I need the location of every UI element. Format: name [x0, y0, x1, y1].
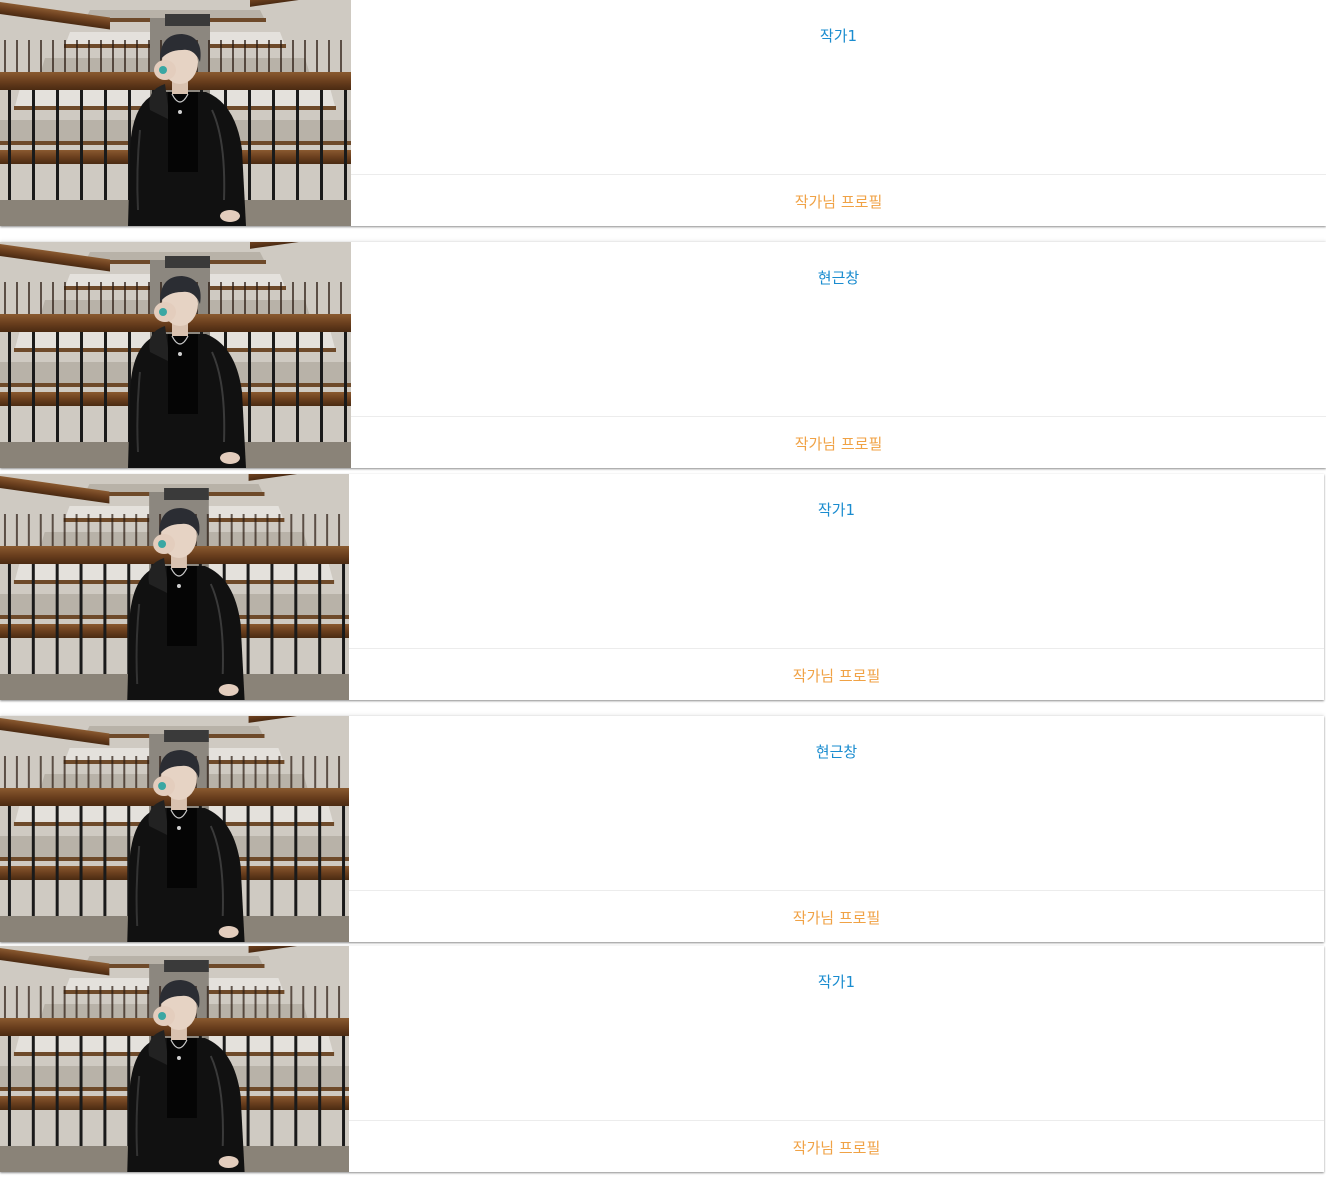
author-name[interactable]: 현근창 [351, 242, 1326, 416]
photo-image [0, 946, 349, 1172]
author-card-body: 작가1 작가님 프로필 [351, 0, 1326, 226]
author-card: 작가1 작가님 프로필 [0, 474, 1324, 700]
photo-image [0, 716, 349, 942]
author-card-list: 작가1 작가님 프로필 현근창 작가님 프로필 작가1 작가님 프로필 현근창 … [0, 0, 1326, 1182]
photo-image [0, 0, 351, 226]
author-card: 작가1 작가님 프로필 [0, 0, 1326, 226]
author-card: 현근창 작가님 프로필 [0, 242, 1326, 468]
author-photo[interactable] [0, 946, 349, 1172]
author-profile-link[interactable]: 작가님 프로필 [349, 648, 1324, 700]
author-card-body: 현근창 작가님 프로필 [349, 716, 1324, 942]
author-profile-link[interactable]: 작가님 프로필 [349, 1120, 1324, 1172]
author-photo[interactable] [0, 242, 351, 468]
author-name[interactable]: 작가1 [349, 474, 1324, 648]
author-photo[interactable] [0, 716, 349, 942]
author-photo[interactable] [0, 0, 351, 226]
author-card-body: 작가1 작가님 프로필 [349, 946, 1324, 1172]
photo-image [0, 242, 351, 468]
author-profile-link[interactable]: 작가님 프로필 [351, 416, 1326, 468]
author-name[interactable]: 작가1 [351, 0, 1326, 174]
photo-image [0, 474, 349, 700]
author-card: 현근창 작가님 프로필 [0, 716, 1324, 942]
author-name[interactable]: 현근창 [349, 716, 1324, 890]
author-card-body: 현근창 작가님 프로필 [351, 242, 1326, 468]
author-profile-link[interactable]: 작가님 프로필 [351, 174, 1326, 226]
author-card: 작가1 작가님 프로필 [0, 946, 1324, 1172]
author-photo[interactable] [0, 474, 349, 700]
author-card-body: 작가1 작가님 프로필 [349, 474, 1324, 700]
author-name[interactable]: 작가1 [349, 946, 1324, 1120]
author-profile-link[interactable]: 작가님 프로필 [349, 890, 1324, 942]
